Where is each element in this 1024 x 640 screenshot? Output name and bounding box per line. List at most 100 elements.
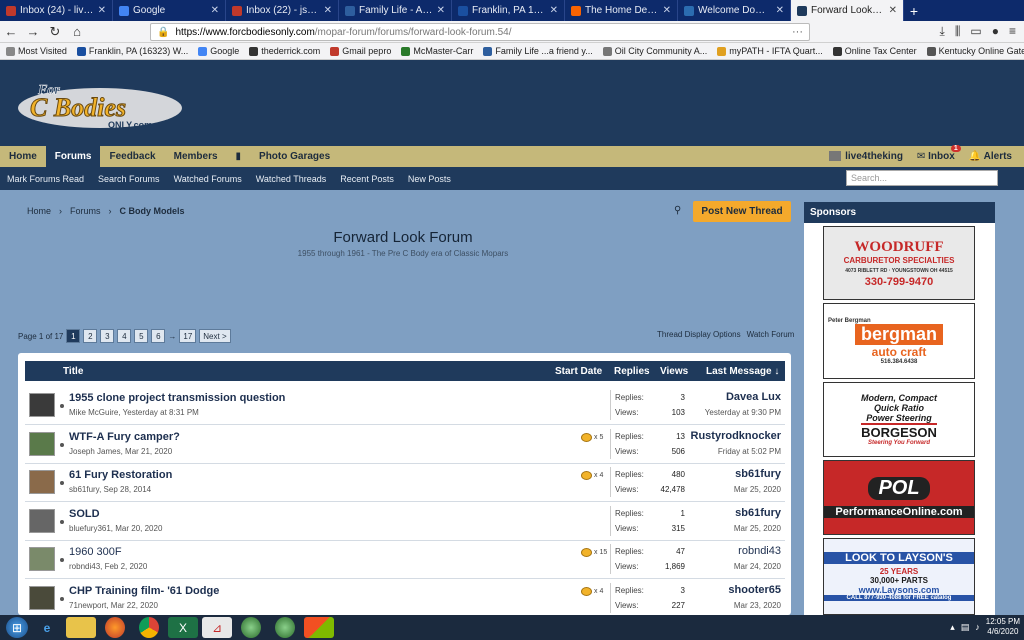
page-4[interactable]: 4 [117, 329, 132, 343]
page-3[interactable]: 3 [100, 329, 115, 343]
bookmark-item[interactable]: Gmail pepro [330, 46, 391, 56]
bookmark-item[interactable]: McMaster-Carr [401, 46, 473, 56]
clock[interactable]: 12:05 PM 4/6/2020 [986, 617, 1020, 637]
last-post-date[interactable]: Mar 24, 2020 [734, 562, 781, 571]
last-post-date[interactable]: Friday at 5:02 PM [718, 447, 781, 456]
browser-tab[interactable]: Google ✕ [113, 0, 226, 21]
subnav-watched-forums[interactable]: Watched Forums [167, 174, 249, 184]
close-icon[interactable]: ✕ [437, 5, 445, 16]
table-row[interactable]: 61 Fury Restoration sb61fury, Sep 28, 201… [25, 463, 785, 502]
page-jump-arrow[interactable]: → [168, 332, 176, 341]
last-poster[interactable]: Rustyrodknocker [691, 430, 781, 442]
col-views[interactable]: Views [660, 366, 688, 377]
post-new-thread-button[interactable]: Post New Thread [693, 201, 791, 222]
last-post-date[interactable]: Mar 25, 2020 [734, 485, 781, 494]
browser-tab[interactable]: Inbox (24) - live4theking ✕ [0, 0, 113, 21]
subnav-mark-read[interactable]: Mark Forums Read [0, 174, 91, 184]
breadcrumb-home[interactable]: Home [27, 206, 51, 216]
url-bar[interactable]: 🔒 https://www.forcbodiesonly.com/mopar-f… [150, 23, 810, 41]
home-icon[interactable]: ⌂ [66, 24, 88, 39]
thread-avatar[interactable] [29, 393, 55, 417]
last-poster[interactable]: Davea Lux [726, 391, 781, 403]
subnav-recent-posts[interactable]: Recent Posts [333, 174, 401, 184]
thread-avatar[interactable] [29, 431, 55, 456]
tree-icon[interactable]: ⚲ [674, 205, 681, 216]
last-poster[interactable]: sb61fury [735, 468, 781, 480]
browser-tab[interactable]: Welcome Dominique W ✕ [678, 0, 791, 21]
ad-performance-online[interactable]: POL PerformanceOnline.com [823, 460, 975, 535]
tray-volume-icon[interactable]: ♪ [975, 622, 980, 632]
nav-members[interactable]: Members [165, 146, 227, 167]
user-menu[interactable]: live4theking [829, 151, 903, 162]
close-icon[interactable]: ✕ [550, 5, 558, 16]
thread-avatar[interactable] [29, 508, 55, 533]
col-start-date[interactable]: Start Date [555, 366, 602, 377]
extension-icon[interactable]: ● [992, 24, 999, 39]
thread-title[interactable]: 1955 clone project transmission question [69, 392, 285, 404]
ad-borgeson[interactable]: Modern, Compact Quick Ratio Power Steeri… [823, 382, 975, 457]
last-poster[interactable]: robndi43 [738, 545, 781, 557]
bookmark-item[interactable]: Google [198, 46, 239, 56]
close-icon[interactable]: ✕ [324, 5, 332, 16]
bookmark-item[interactable]: thederrick.com [249, 46, 320, 56]
bookmark-item[interactable]: myPATH - IFTA Quart... [717, 46, 823, 56]
thread-title[interactable]: 1960 300F [69, 546, 122, 558]
nav-forums[interactable]: Forums [45, 146, 101, 167]
inbox-link[interactable]: ✉ Inbox 1 [917, 145, 961, 162]
nav-photo-garages[interactable]: Photo Garages [250, 146, 339, 167]
thread-title[interactable]: CHP Training film- '61 Dodge [69, 585, 219, 597]
reload-icon[interactable]: ↻ [44, 24, 66, 40]
close-icon[interactable]: ✕ [663, 5, 671, 16]
ad-woodruff[interactable]: WOODRUFF CARBURETOR SPECIALTIES 4073 RIB… [823, 226, 975, 300]
bookmark-item[interactable]: Family Life ...a friend y... [483, 46, 593, 56]
bookmark-item[interactable]: Kentucky Online Gate... [926, 46, 1024, 56]
watch-forum[interactable]: Watch Forum [747, 330, 795, 339]
table-row[interactable]: 1955 clone project transmission question… [25, 386, 785, 425]
pdf-icon[interactable]: ⊿ [202, 617, 232, 638]
thread-title[interactable]: WTF-A Fury camper? [69, 431, 180, 443]
alerts-link[interactable]: 🔔 Alerts [969, 151, 1012, 162]
page-last[interactable]: 17 [179, 329, 197, 343]
close-icon[interactable]: ✕ [211, 5, 219, 16]
last-post-date[interactable]: Yesterday at 9:30 PM [705, 408, 781, 417]
thread-display-options[interactable]: Thread Display Options [657, 330, 741, 339]
menu-icon[interactable]: ≡ [1009, 24, 1016, 39]
browser-tab[interactable]: Inbox (22) - jsmith@pe ✕ [226, 0, 339, 21]
start-button[interactable]: ⊞ [6, 617, 28, 638]
table-row[interactable]: 1960 300F robndi43, Feb 2, 2020 x 15 Replie… [25, 540, 785, 579]
browser-tab[interactable]: Franklin, PA 10-Day We ✕ [452, 0, 565, 21]
breadcrumb-forums[interactable]: Forums [70, 206, 101, 216]
bookmark-item[interactable]: Franklin, PA (16323) W... [76, 46, 188, 56]
page-2[interactable]: 2 [83, 329, 98, 343]
last-poster[interactable]: sb61fury [735, 507, 781, 519]
col-last-message[interactable]: Last Message ↓ [706, 366, 779, 377]
page-actions-icon[interactable]: ··· [792, 26, 803, 38]
col-replies[interactable]: Replies [614, 366, 650, 377]
close-icon[interactable]: ✕ [776, 5, 784, 16]
forward-icon[interactable]: → [22, 24, 44, 39]
ie-icon[interactable]: e [32, 617, 62, 638]
thread-avatar[interactable] [29, 547, 55, 571]
col-title[interactable]: Title [63, 366, 83, 377]
page-1[interactable]: 1 [66, 329, 81, 343]
app-windows-icon[interactable] [304, 617, 334, 638]
tray-chevron-icon[interactable]: ▴ [950, 622, 955, 633]
table-row[interactable]: WTF-A Fury camper? Joseph James, Mar 21, … [25, 425, 785, 464]
table-row[interactable]: CHP Training film- '61 Dodge 71newport, M… [25, 579, 785, 618]
subnav-new-posts[interactable]: New Posts [401, 174, 458, 184]
browser-tab[interactable]: Forward Look Forum | F ✕ [791, 0, 904, 21]
bookmark-item[interactable]: Most Visited [6, 46, 67, 56]
app-globe-icon[interactable] [241, 617, 261, 638]
thread-avatar[interactable] [29, 585, 55, 610]
site-logo[interactable]: For C Bodies ONLY.com [10, 76, 182, 134]
browser-tab[interactable]: Family Life - All in one ✕ [339, 0, 452, 21]
page-6[interactable]: 6 [151, 329, 166, 343]
app-globe2-icon[interactable] [275, 617, 295, 638]
new-tab-button[interactable]: + [904, 0, 924, 21]
excel-icon[interactable]: X [168, 617, 198, 638]
search-input[interactable]: Search... [846, 170, 998, 186]
ad-laysons[interactable]: LOOK TO LAYSON'S 25 YEARS 30,000+ PARTS … [823, 538, 975, 615]
firefox-icon[interactable] [105, 617, 125, 638]
tray-network-icon[interactable]: ▤ [961, 622, 970, 633]
back-icon[interactable]: ← [0, 24, 22, 39]
